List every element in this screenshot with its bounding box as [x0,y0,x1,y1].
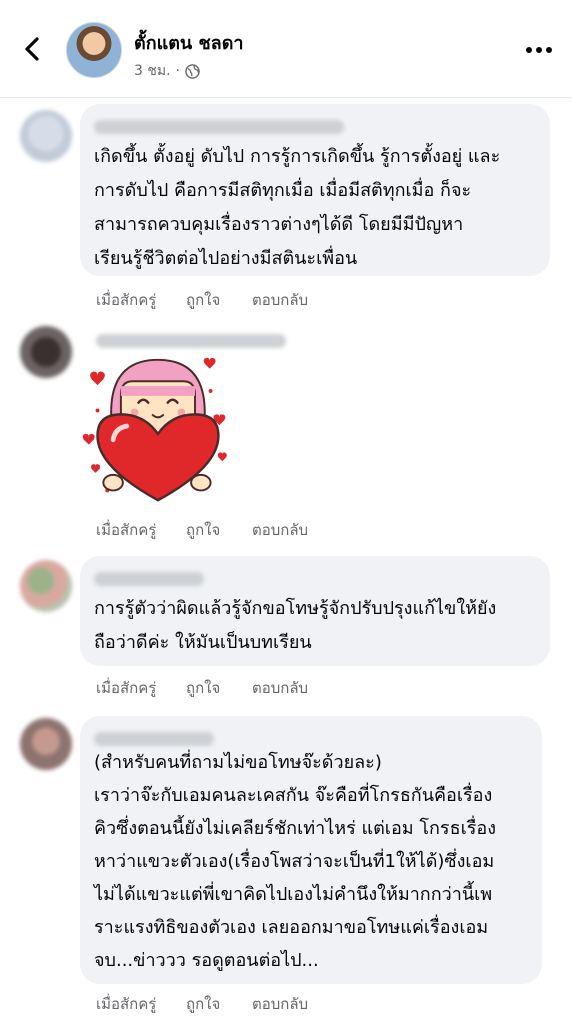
comment-text-line: การรู้ตัวว่าผิดแล้วรู้จักขอโทษรู้จักปรับ… [94,598,497,619]
comment-time: เมื่อสักครู่ [96,679,157,697]
comment-bubble: การรู้ตัวว่าผิดแล้วรู้จักขอโทษรู้จักปรับ… [80,556,550,666]
more-dots-icon[interactable] [524,40,554,60]
reply-button[interactable]: ตอบกลับ [252,992,308,1016]
comment-text-line: ราะแรงทิธิของตัวเอง เลยออกมาขอโทษแค่เรื่… [94,917,489,938]
reply-button[interactable]: ตอบกลับ [252,676,308,700]
comment-text-line: เกิดขึ้น ตั้งอยู่ ดับไป การรู้การเกิดขึ้… [94,146,501,167]
reply-button[interactable]: ตอบกลับ [252,518,308,542]
like-button[interactable]: ถูกใจ [186,676,220,700]
comment-time: เมื่อสักครู่ [96,291,157,309]
like-button[interactable]: ถูกใจ [186,518,220,542]
back-chevron-icon[interactable] [18,34,48,64]
comment-time: เมื่อสักครู่ [96,521,157,539]
reply-button[interactable]: ตอบกลับ [252,288,308,312]
like-button[interactable]: ถูกใจ [186,992,220,1016]
comment-text-line: คิวซึ่งตอนนี้ยังไม่เคลียร์ชักเท่าไหร่ แต… [94,818,496,839]
commenter-name-blurred[interactable] [94,572,204,586]
comment-text-line: การดับไป คือการมีสติทุกเมื่อ เมื่อมีสติท… [94,180,472,201]
commenter-avatar[interactable] [20,326,72,378]
comment-bubble: เกิดขึ้น ตั้งอยู่ ดับไป การรู้การเกิดขึ้… [80,104,550,276]
comment-bubble: (สำหรับคนที่ถามไม่ขอโทษจ๊ะด้วยละ) เราว่า… [80,716,542,984]
post-header: ตั้กแตน ชลดา 3 ชม. · [0,0,572,98]
post-meta: 3 ชม. · [134,60,200,82]
globe-icon [185,63,200,79]
commenter-avatar[interactable] [20,718,72,770]
commenter-avatar[interactable] [20,110,72,162]
comment-text-line: จบ...ข่าววว รอดูตอนต่อไป... [94,950,319,971]
commenter-name-blurred[interactable] [94,732,214,746]
comment-text-line: ถือว่าดีค่ะ ให้มันเป็นบทเรียน [94,632,312,653]
comment-text-line: ไม่ได้แขวะแต่พี่เขาคิดไปเองไม่คำนึงให้มา… [94,884,493,905]
comment-text-line: เราว่าจ๊ะกับเอมคนละเคสกัน จ๊ะคือที่โกรธก… [94,785,493,806]
post-time[interactable]: 3 ชม. [134,60,171,82]
commenter-name-blurred[interactable] [94,120,344,134]
comment-text-line: (สำหรับคนที่ถามไม่ขอโทษจ๊ะด้วยละ) [94,752,382,773]
author-name[interactable]: ตั้กแตน ชลดา [134,28,244,57]
comment-text-line: สามารถควบคุมเรื่องราวต่างๆได้ดี โดยมีมีป… [94,214,464,235]
commenter-name-blurred[interactable] [96,334,286,348]
comment-text-line: หาว่าแขวะตัวเอง(เรื่องโพสว่าจะเป็นที่1ให… [94,851,495,872]
like-button[interactable]: ถูกใจ [186,288,220,312]
commenter-avatar[interactable] [20,560,72,612]
author-avatar[interactable] [66,22,122,78]
comment-time: เมื่อสักครู่ [96,995,157,1013]
meta-separator: · [175,63,180,79]
heart-hug-sticker [82,357,227,502]
comment-text-line: เรียนรู้ชีวิตต่อไปอย่างมีสตินะเพื่อน [94,248,358,269]
